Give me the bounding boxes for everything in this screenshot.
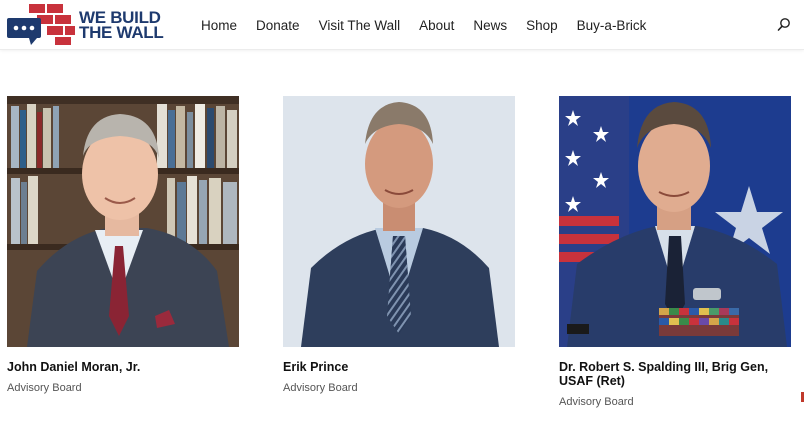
board-member-card: John Daniel Moran, Jr. Advisory Board [7,96,239,394]
nav-about[interactable]: About [419,18,454,33]
main-nav: Home Donate Visit The Wall About News Sh… [201,0,665,50]
brick-wall-logo-icon [7,4,75,45]
nav-news[interactable]: News [473,18,507,33]
member-role: Advisory Board [7,382,82,394]
brand-name: WE BUILD THE WALL [79,9,169,42]
nav-visit-the-wall[interactable]: Visit The Wall [319,18,401,33]
board-member-card: Erik Prince Advisory Board [283,96,515,394]
portrait-photo [283,96,515,347]
member-role: Advisory Board [559,396,634,408]
member-name: Erik Prince [283,360,349,374]
nav-home[interactable]: Home [201,18,237,33]
nav-shop[interactable]: Shop [526,18,558,33]
site-logo[interactable]: WE BUILD THE WALL [7,4,164,46]
member-name: John Daniel Moran, Jr. [7,360,141,374]
member-role: Advisory Board [283,382,358,394]
nav-donate[interactable]: Donate [256,18,300,33]
member-name: Dr. Robert S. Spalding III, Brig Gen, US… [559,360,769,388]
search-button[interactable] [775,16,793,34]
board-member-card: Dr. Robert S. Spalding III, Brig Gen, US… [559,96,791,408]
search-icon [777,18,790,31]
nav-buy-a-brick[interactable]: Buy-a-Brick [577,18,647,33]
portrait-photo [7,96,239,347]
portrait-photo [559,96,791,347]
brand-name-line2: THE WALL [79,23,164,42]
site-header: WE BUILD THE WALL Home Donate Visit The … [0,0,804,50]
